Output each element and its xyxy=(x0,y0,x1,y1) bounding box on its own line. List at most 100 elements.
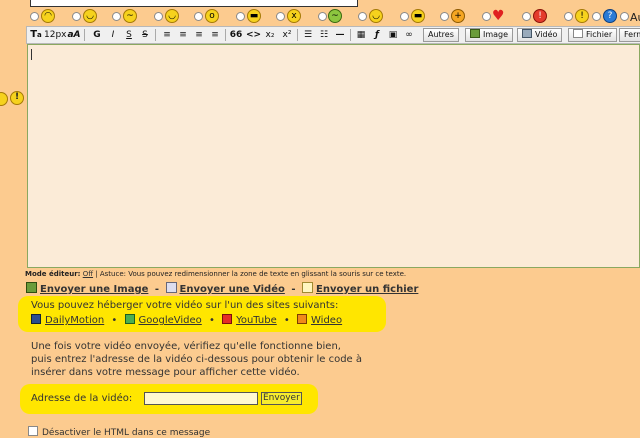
radio-cool[interactable] xyxy=(400,12,409,21)
warning-icon[interactable]: ! xyxy=(533,9,547,23)
heart-icon[interactable]: ♥ xyxy=(492,8,505,24)
radio-happy[interactable] xyxy=(358,12,367,21)
close-button[interactable]: Ferm xyxy=(619,28,640,42)
side-smile-icon[interactable] xyxy=(0,92,8,106)
confused-icon[interactable]: ~ xyxy=(123,9,137,23)
side-exclaim-icon[interactable]: ! xyxy=(10,91,24,105)
file-button-label: Fichier xyxy=(586,30,613,39)
italic-button[interactable]: I xyxy=(106,28,120,42)
radio-angry[interactable] xyxy=(276,12,285,21)
smile-icon[interactable]: ◠ xyxy=(41,9,55,23)
instruction-line: puis entrez l'adresse de la vidéo ci-des… xyxy=(31,354,363,365)
radio-exclaim[interactable] xyxy=(564,12,573,21)
radio-plus[interactable] xyxy=(440,12,449,21)
file-button[interactable]: Fichier xyxy=(568,28,618,42)
link-separator: - xyxy=(291,284,296,295)
image-icon xyxy=(470,29,480,38)
mode-separator: | xyxy=(93,270,100,278)
resize-tip: Astuce: Vous pouvez redimensionner la zo… xyxy=(99,270,407,278)
wideo-icon xyxy=(297,314,308,324)
send-image-link[interactable]: Envoyer une Image xyxy=(40,284,148,295)
smiley-row: ◠ ◡ ~ ◡ o ▬ x ~ ◡ ▬ + ♥ ! ! ? Auc xyxy=(30,8,640,26)
numbered-list-icon[interactable]: ☷ xyxy=(317,28,331,42)
toolbar-separator xyxy=(84,29,85,41)
text-format-icon[interactable]: Ta xyxy=(29,28,43,42)
underline-button[interactable]: S xyxy=(122,28,136,42)
disable-html-checkbox[interactable] xyxy=(28,426,38,436)
function-icon[interactable]: ƒ xyxy=(370,28,384,42)
send-video-link[interactable]: Envoyer une Vidéo xyxy=(180,284,285,295)
grin-icon[interactable]: ▬ xyxy=(247,9,261,23)
superscript-button[interactable]: x² xyxy=(280,28,294,42)
editor-mode-label: Mode éditeur: xyxy=(25,270,81,278)
bold-button[interactable]: G xyxy=(90,28,104,42)
radio-smile[interactable] xyxy=(30,12,39,21)
picture-icon[interactable]: ▣ xyxy=(386,28,400,42)
question-icon[interactable]: ? xyxy=(603,9,617,23)
bullet-list-icon[interactable]: ☰ xyxy=(301,28,315,42)
hosts-intro: Vous pouvez héberger votre vidéo sur l'u… xyxy=(31,300,339,311)
justify-icon[interactable]: ≡ xyxy=(208,28,222,42)
others-button[interactable]: Autres xyxy=(423,28,459,42)
angry-icon[interactable]: x xyxy=(287,9,301,23)
surprised-icon[interactable]: o xyxy=(205,9,219,23)
send-image-icon xyxy=(26,282,37,293)
quote-button[interactable]: 66 xyxy=(229,28,243,42)
font-size-select[interactable]: 12px xyxy=(44,28,67,42)
happy-icon[interactable]: ◡ xyxy=(369,9,383,23)
disable-html-label: Désactiver le HTML dans ce message xyxy=(42,428,211,438)
dailymotion-icon xyxy=(31,314,41,324)
radio-laugh[interactable] xyxy=(154,12,163,21)
host-link-googlevideo[interactable]: GoogleVideo xyxy=(139,315,202,326)
toolbar-separator xyxy=(225,29,226,41)
radio-warning[interactable] xyxy=(522,12,531,21)
image-button[interactable]: Image xyxy=(465,28,514,42)
editor-mode-line[interactable]: Mode éditeur: Off | Astuce: Vous pouvez … xyxy=(25,270,406,278)
horizontal-rule-icon[interactable]: — xyxy=(333,28,347,42)
video-address-input[interactable] xyxy=(144,392,258,405)
host-link-dailymotion[interactable]: DailyMotion xyxy=(45,315,104,326)
radio-more[interactable] xyxy=(620,12,629,21)
radio-confused[interactable] xyxy=(112,12,121,21)
align-left-icon[interactable]: ≡ xyxy=(160,28,174,42)
host-link-youtube[interactable]: YouTube xyxy=(236,315,277,326)
file-icon xyxy=(573,29,583,38)
instruction-line: Une fois votre vidéo envoyée, vérifiez q… xyxy=(31,341,341,352)
link-separator: - xyxy=(154,284,160,295)
editor-toolbar: Ta 12px aA G I S S ≡ ≡ ≡ ≡ 66 <> x₂ x² ☰… xyxy=(26,26,640,44)
host-link-wideo[interactable]: Wideo xyxy=(311,315,342,326)
send-file-icon xyxy=(302,282,313,293)
bullet: • xyxy=(111,315,118,326)
exclaim-icon[interactable]: ! xyxy=(575,9,589,23)
radio-wink[interactable] xyxy=(72,12,81,21)
subscript-button[interactable]: x₂ xyxy=(263,28,277,42)
disable-html-option[interactable]: Désactiver le HTML dans ce message xyxy=(28,426,210,438)
radio-question[interactable] xyxy=(592,12,601,21)
send-file-link[interactable]: Envoyer un fichier xyxy=(316,284,418,295)
link-icon[interactable]: ∞ xyxy=(402,28,416,42)
plus-icon[interactable]: + xyxy=(451,9,465,23)
video-button[interactable]: Vidéo xyxy=(517,28,563,42)
align-center-icon[interactable]: ≡ xyxy=(176,28,190,42)
message-textarea[interactable] xyxy=(27,44,640,268)
send-video-icon xyxy=(165,282,177,293)
code-button[interactable]: <> xyxy=(246,28,261,42)
radio-sick[interactable] xyxy=(318,12,327,21)
sick-icon[interactable]: ~ xyxy=(328,9,342,23)
table-icon[interactable]: ▦ xyxy=(354,28,368,42)
editor-mode-link[interactable]: Off xyxy=(83,270,93,278)
radio-surprised[interactable] xyxy=(194,12,203,21)
align-right-icon[interactable]: ≡ xyxy=(192,28,206,42)
video-address-label: Adresse de la vidéo: xyxy=(31,393,133,404)
instruction-line: insérer dans votre message pour afficher… xyxy=(31,367,300,378)
radio-heart[interactable] xyxy=(482,12,491,21)
toolbar-separator xyxy=(297,29,298,41)
radio-grin[interactable] xyxy=(236,12,245,21)
laugh-icon[interactable]: ◡ xyxy=(165,9,179,23)
strike-button[interactable]: S xyxy=(138,28,152,42)
wink-icon[interactable]: ◡ xyxy=(83,9,97,23)
font-size-icon[interactable]: aA xyxy=(67,28,81,42)
top-frame xyxy=(30,0,358,7)
cool-icon[interactable]: ▬ xyxy=(411,9,425,23)
send-video-button[interactable]: Envoyer xyxy=(261,392,302,405)
